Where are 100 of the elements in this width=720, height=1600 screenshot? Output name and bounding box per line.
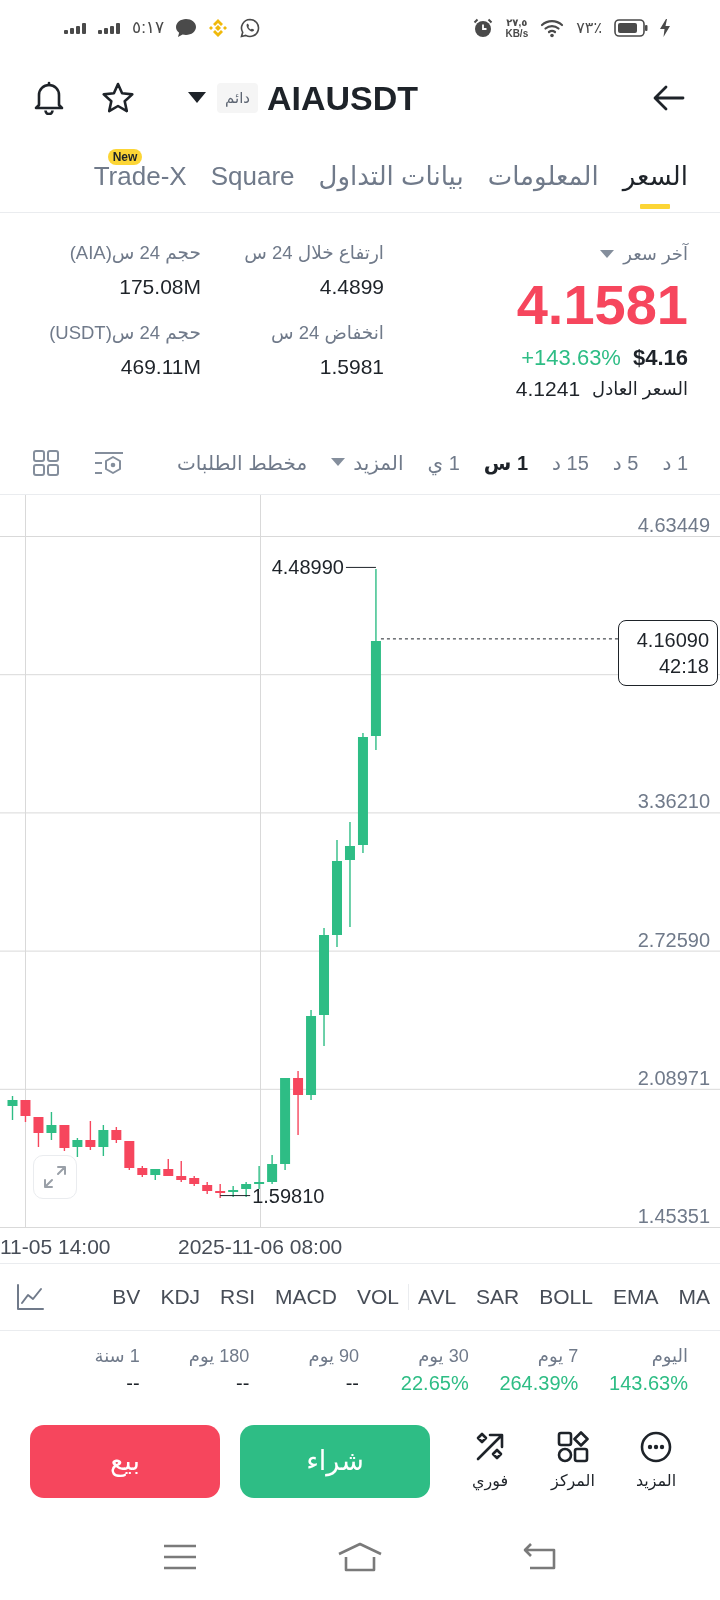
back-arrow-icon[interactable] xyxy=(653,85,685,111)
period-change: 143.63% xyxy=(609,1371,688,1396)
countdown-timer: 42:18 xyxy=(658,653,709,679)
alarm-clock-icon xyxy=(473,18,494,38)
fullscreen-button[interactable] xyxy=(33,1155,77,1199)
contract-tag: دائم xyxy=(217,83,258,113)
stat-value: 1.5981 xyxy=(319,354,384,380)
shapes-grid-icon xyxy=(557,1431,589,1463)
period-change: 22.65% xyxy=(400,1371,469,1396)
indicator-tab[interactable]: MA xyxy=(678,1284,710,1310)
high-price-label: 4.48990 xyxy=(271,556,344,579)
falling-candle xyxy=(20,1099,31,1123)
diagonal-arrow-icon xyxy=(474,1431,506,1463)
chat-phone-icon xyxy=(240,18,261,38)
layout-grid-icon[interactable] xyxy=(33,449,59,476)
signal-icon xyxy=(64,22,86,34)
back-icon[interactable] xyxy=(522,1542,558,1571)
interval-tab[interactable]: 1 س xyxy=(483,449,529,476)
tab[interactable]: السعر xyxy=(622,140,688,212)
line-chart-icon[interactable] xyxy=(16,1284,44,1310)
leader-line xyxy=(219,1195,251,1197)
falling-candle xyxy=(111,1126,122,1144)
interval-tab[interactable]: 15 د xyxy=(552,449,589,476)
rising-candle xyxy=(7,1095,18,1121)
falling-candle xyxy=(189,1175,200,1187)
more-dots-icon xyxy=(640,1431,672,1463)
indicator-tab[interactable]: KDJ xyxy=(160,1284,201,1310)
sell-button[interactable]: بيع xyxy=(30,1425,220,1498)
new-badge: New xyxy=(107,149,143,165)
period-label: 7 يوم xyxy=(537,1345,579,1368)
battery-icon xyxy=(614,19,648,37)
menu-icon[interactable] xyxy=(163,1543,197,1570)
period-change: -- xyxy=(126,1371,140,1396)
rising-candle xyxy=(72,1137,83,1158)
tab[interactable]: المعلومات xyxy=(487,140,599,212)
indicator-tab[interactable]: RSI xyxy=(220,1284,256,1310)
rising-candle xyxy=(150,1168,161,1181)
symbol-title[interactable]: AIAUSDT xyxy=(267,78,419,118)
depth-chart-tab[interactable]: مخطط الطلبات xyxy=(176,449,308,476)
caret-icon xyxy=(331,458,346,467)
stat-value: 175.08M xyxy=(119,274,201,300)
indicator-tab[interactable]: SAR xyxy=(476,1284,520,1310)
period-change: -- xyxy=(345,1371,359,1396)
interval-tab[interactable]: 5 د xyxy=(612,449,639,476)
current-price: 4.16090 xyxy=(636,627,709,653)
falling-candle xyxy=(202,1181,213,1195)
chart-settings-icon[interactable] xyxy=(94,449,124,476)
rising-candle xyxy=(228,1185,239,1198)
indicator-tab[interactable]: EMA xyxy=(613,1284,659,1310)
period-change: -- xyxy=(236,1371,250,1396)
falling-candle xyxy=(85,1120,96,1151)
leader-line xyxy=(345,566,377,568)
last-price-label[interactable]: آخر سعر xyxy=(623,242,688,266)
indicator-tab[interactable]: AVL xyxy=(417,1284,457,1310)
interval-tab[interactable]: 1 ي xyxy=(427,449,460,476)
stat-label: ارتفاع خلال 24 س xyxy=(244,241,384,265)
stat-label: حجم 24 س(AIA) xyxy=(69,241,201,265)
action-button[interactable]: المزيد xyxy=(621,1425,691,1491)
battery-percent: ٧٣٪ xyxy=(576,18,602,38)
rising-candle xyxy=(267,1154,278,1185)
notification-bell-icon[interactable] xyxy=(33,81,65,115)
dropdown-caret-icon[interactable] xyxy=(188,92,206,104)
fair-price: 4.1241 xyxy=(515,376,581,402)
network-speed: ٢٧,٥ xyxy=(506,17,528,28)
falling-candle xyxy=(176,1160,187,1183)
low-price-label: 1.59810 xyxy=(252,1184,325,1207)
indicator-tab[interactable]: VOL xyxy=(356,1284,399,1310)
price-change: +143.63% xyxy=(521,344,621,372)
period-label: 30 يوم xyxy=(418,1345,469,1368)
tab[interactable]: بيانات التداول xyxy=(318,140,464,212)
falling-candle xyxy=(137,1165,148,1178)
tab[interactable]: Square xyxy=(210,140,295,212)
period-label: اليوم xyxy=(651,1345,688,1368)
stat-value: 469.11M xyxy=(120,354,201,380)
status-time: ٥:١٧ xyxy=(132,18,165,38)
home-icon[interactable] xyxy=(337,1541,383,1572)
time-axis-label: 2025-11-06 08:00 xyxy=(178,1234,343,1260)
diamond-logo-icon xyxy=(208,18,229,38)
interval-tab[interactable]: 1 د xyxy=(662,449,688,476)
price-axis-label: 4.63449 xyxy=(637,514,710,536)
action-button[interactable]: فوري xyxy=(455,1425,525,1491)
chat-bubble-icon xyxy=(176,19,197,37)
more-menu-button[interactable]: المزيد xyxy=(331,449,404,476)
signal-icon xyxy=(98,22,120,34)
falling-candle xyxy=(293,1070,304,1136)
rising-candle xyxy=(98,1124,109,1157)
tab[interactable]: Trade-X New xyxy=(93,140,187,212)
period-label: 1 سنة xyxy=(94,1345,140,1368)
stat-label: انخفاض 24 س xyxy=(270,321,384,345)
favorite-star-icon[interactable] xyxy=(101,82,135,114)
period-label: 180 يوم xyxy=(188,1345,250,1368)
falling-candle xyxy=(215,1183,226,1199)
fair-price-label: السعر العادل xyxy=(592,378,688,402)
rising-candle xyxy=(254,1165,265,1190)
indicator-tab[interactable]: MACD xyxy=(275,1284,337,1310)
price-axis-label: 2.08971 xyxy=(637,1066,710,1089)
indicator-tab[interactable]: BOLL xyxy=(539,1284,593,1310)
indicator-tab[interactable]: BV xyxy=(112,1284,141,1310)
price-axis-label: 2.72590 xyxy=(637,928,710,951)
action-button[interactable]: المركز xyxy=(538,1425,608,1491)
